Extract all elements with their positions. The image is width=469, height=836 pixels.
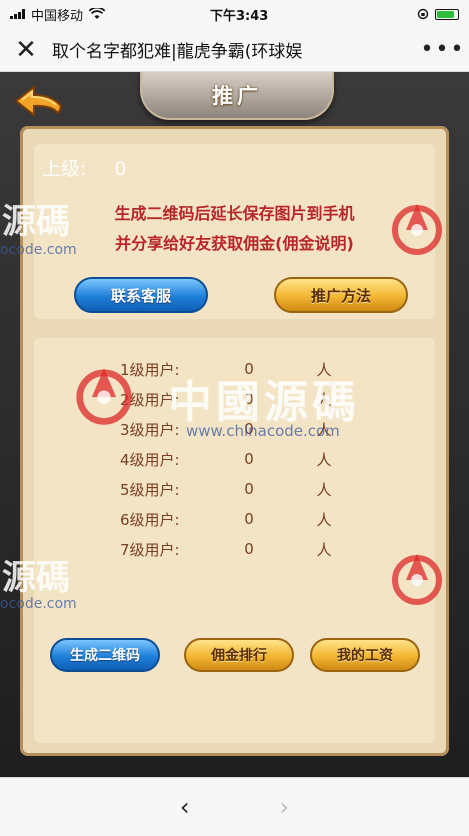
battery-icon [435,8,459,20]
level-unit: 人 [316,420,332,439]
levels-box: 1级用户: 0 人 2级用户: 0 人 3级用户: 0 人 4级用户: 0 人 5级用户: 0 人 … [34,338,435,743]
nav-title: 取个名字都犯难|龍虎争霸(环球娱 [52,42,303,62]
level-count: 0 [244,540,254,558]
level-label: 7级用户: [120,540,180,559]
level-row: 2级用户: 0 人 [34,384,435,414]
level-unit: 人 [316,450,332,469]
notice-line-2: 并分享给好友获取佣金(佣金说明) [115,234,354,253]
level-label: 6级用户: [120,510,180,529]
promotion-method-button[interactable]: 推广方法 [274,277,408,313]
back-arrow-icon[interactable] [14,84,64,118]
status-bar: 中国移动 下午3:43 [0,0,469,28]
level-unit: 人 [316,390,332,409]
status-right [417,8,459,20]
level-unit: 人 [316,480,332,499]
page-title-plate: 推广 [140,72,334,120]
level-count: 0 [244,510,254,528]
status-left: 中国移动 [10,5,106,24]
wifi-icon [89,8,106,19]
chevron-left-icon[interactable]: ‹ [180,793,190,821]
level-unit: 人 [316,510,332,529]
nav-bar: ✕ 取个名字都犯难|龍虎争霸(环球娱 ••• [0,28,469,72]
page-title: 推广 [212,84,262,108]
level-row: 6级用户: 0 人 [34,504,435,534]
clock: 下午3:43 [210,8,269,24]
level-row: 5级用户: 0 人 [34,474,435,504]
battery-fill [437,10,454,18]
more-icon[interactable]: ••• [417,37,469,62]
notice-line-1: 生成二维码后延长保存图片到手机 [114,204,355,223]
levels-list: 1级用户: 0 人 2级用户: 0 人 3级用户: 0 人 4级用户: 0 人 5级用户: 0 人 … [34,354,435,564]
level-unit: 人 [316,360,332,379]
generate-qr-button[interactable]: 生成二维码 [50,638,160,672]
browser-bottom-bar: ‹ › [0,777,469,836]
signal-icon [10,9,25,19]
promo-panel: 上级: 0 生成二维码后延长保存图片到手机 并分享给好友获取佣金(佣金说明) 联系… [20,126,449,756]
level-count: 0 [244,360,254,378]
info-box: 上级: 0 生成二维码后延长保存图片到手机 并分享给好友获取佣金(佣金说明) 联系… [34,144,435,319]
level-unit: 人 [316,540,332,559]
contact-service-button[interactable]: 联系客服 [74,277,208,313]
level-count: 0 [244,420,254,438]
my-salary-button[interactable]: 我的工资 [310,638,420,672]
superior-line: 上级: 0 [42,154,127,181]
close-icon[interactable]: ✕ [0,35,52,65]
level-row: 7级用户: 0 人 [34,534,435,564]
level-row: 4级用户: 0 人 [34,444,435,474]
level-count: 0 [244,450,254,468]
game-view: 推广 上级: 0 生成二维码后延长保存图片到手机 并分享给好友获取佣金(佣金说明)… [0,72,469,777]
level-label: 2级用户: [120,390,180,409]
level-label: 4级用户: [120,450,180,469]
level-label: 5级用户: [120,480,180,499]
level-label: 1级用户: [120,360,180,379]
chevron-right-icon[interactable]: › [280,793,290,821]
rotation-lock-icon [417,8,429,20]
level-label: 3级用户: [120,420,180,439]
level-count: 0 [244,480,254,498]
superior-label: 上级: [42,158,87,180]
level-row: 3级用户: 0 人 [34,414,435,444]
level-row: 1级用户: 0 人 [34,354,435,384]
carrier-label: 中国移动 [31,8,84,24]
commission-rank-button[interactable]: 佣金排行 [184,638,294,672]
superior-value: 0 [114,158,127,180]
level-count: 0 [244,390,254,408]
